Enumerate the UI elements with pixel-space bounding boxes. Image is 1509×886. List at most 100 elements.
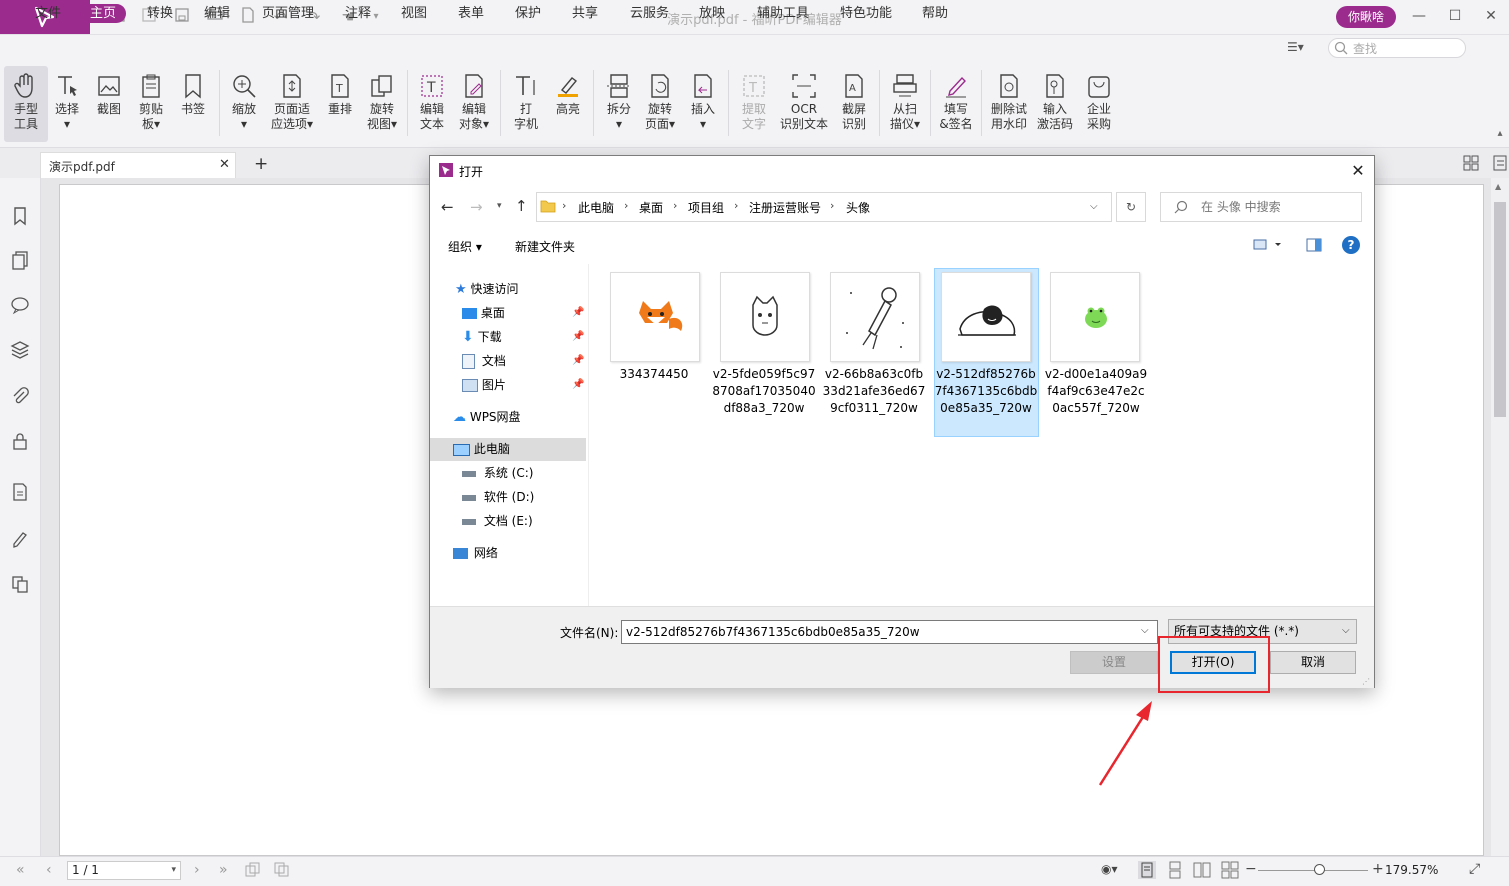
security-panel-icon[interactable]: [10, 431, 30, 451]
nav-network[interactable]: 网络: [453, 542, 498, 564]
menu-help[interactable]: 帮助: [912, 4, 958, 23]
comments-panel-icon[interactable]: [10, 295, 30, 315]
scroll-up-icon[interactable]: ▲: [1495, 182, 1501, 191]
resize-grip-icon[interactable]: ⋰: [1362, 677, 1370, 686]
user-button[interactable]: 你瞅啥: [1336, 6, 1396, 28]
nav-wps-cloud[interactable]: ☁ WPS网盘: [453, 406, 521, 428]
attachments-panel-icon[interactable]: [10, 386, 30, 406]
tool-page-fit[interactable]: 页面适 应选项▾: [266, 66, 318, 142]
nav-this-pc[interactable]: 此电脑: [453, 438, 510, 460]
nav-pictures[interactable]: 图片 📌: [462, 374, 586, 396]
breadcrumb-avatar[interactable]: 头像: [846, 199, 870, 216]
layers-panel-icon[interactable]: [10, 340, 30, 360]
tool-zoom[interactable]: 缩放 ▾: [222, 66, 266, 142]
breadcrumb-separator[interactable]: ›: [562, 199, 566, 212]
page-dropdown-icon[interactable]: ▾: [171, 862, 176, 879]
next-page-icon[interactable]: ›: [194, 862, 200, 878]
ribbon-collapse-icon[interactable]: ▴: [1493, 128, 1507, 142]
menu-share[interactable]: 共享: [562, 4, 608, 23]
menu-comment[interactable]: 注释: [335, 4, 381, 23]
next-view-icon[interactable]: [274, 862, 290, 878]
breadcrumb-separator[interactable]: ›: [734, 199, 738, 212]
tool-fill-sign[interactable]: 填写 &签名: [934, 66, 978, 142]
menu-cloud[interactable]: 云服务: [620, 4, 679, 23]
address-dropdown-icon[interactable]: ⌵: [1090, 201, 1098, 212]
file-item[interactable]: v2-d00e1a409a9f4af9c63e47e2c0ac557f_720w: [1044, 270, 1148, 440]
dialog-search-input[interactable]: 在 头像 中搜索: [1160, 192, 1362, 222]
tool-rotate-page[interactable]: 旋转 页面▾: [638, 66, 682, 142]
preview-pane-icon[interactable]: [1306, 237, 1322, 253]
filetype-dropdown-icon[interactable]: ⌵: [1342, 625, 1350, 636]
menu-features[interactable]: 特色功能: [830, 4, 902, 23]
breadcrumb-project-group[interactable]: 项目组: [688, 199, 724, 216]
breadcrumb-this-pc[interactable]: 此电脑: [578, 199, 614, 216]
fullscreen-icon[interactable]: ⤢: [1469, 861, 1480, 877]
tool-rotate-view[interactable]: 旋转 视图▾: [360, 66, 404, 142]
menu-slideshow[interactable]: 放映: [689, 4, 735, 23]
menu-view[interactable]: 视图: [391, 4, 437, 23]
address-bar[interactable]: [536, 192, 1112, 222]
file-item[interactable]: 334374450: [602, 270, 706, 400]
last-page-icon[interactable]: »: [219, 862, 228, 878]
zoom-in-icon[interactable]: +: [1372, 861, 1384, 877]
signature-panel-icon[interactable]: [10, 528, 30, 548]
tool-clipboard[interactable]: 剪贴 板▾: [129, 66, 173, 142]
zoom-level[interactable]: 179.57%: [1385, 863, 1438, 877]
pin-icon[interactable]: 📌: [572, 374, 584, 396]
tool-screen-ocr[interactable]: A 截屏 识别: [832, 66, 876, 142]
refresh-icon[interactable]: ↻: [1116, 192, 1146, 222]
menu-accessibility[interactable]: 辅助工具: [747, 4, 819, 23]
tool-enterprise-purchase[interactable]: 企业 采购: [1077, 66, 1121, 142]
nav-drive-d[interactable]: 软件 (D:): [462, 486, 534, 508]
nav-drive-c[interactable]: 系统 (C:): [462, 462, 533, 484]
tool-typewriter[interactable]: 打字机: [504, 66, 548, 142]
back-icon[interactable]: ←: [441, 198, 454, 216]
search-input[interactable]: 查找: [1328, 38, 1466, 58]
tool-edit-text[interactable]: T 编辑 文本: [410, 66, 454, 142]
tool-reflow[interactable]: T 重排: [318, 66, 362, 142]
pin-icon[interactable]: 📌: [572, 350, 584, 372]
new-folder-button[interactable]: 新建文件夹: [515, 238, 575, 255]
close-tab-icon[interactable]: ✕: [219, 157, 230, 172]
tool-edit-object[interactable]: 编辑 对象▾: [452, 66, 496, 142]
nav-drive-e[interactable]: 文档 (E:): [462, 510, 533, 532]
breadcrumb-separator[interactable]: ›: [830, 199, 834, 212]
dialog-close-icon[interactable]: ✕: [1346, 160, 1370, 182]
menu-protect[interactable]: 保护: [505, 4, 551, 23]
menu-file[interactable]: 文件: [25, 4, 71, 23]
tool-from-scanner[interactable]: 从扫 描仪▾: [883, 66, 927, 142]
tool-activation-code[interactable]: 输入 激活码: [1033, 66, 1077, 142]
previous-page-icon[interactable]: ‹: [46, 862, 52, 878]
file-item[interactable]: v2-5fde059f5c978708af17035040df88a3_720w: [712, 270, 816, 440]
continuous-page-icon[interactable]: [1166, 861, 1184, 879]
menu-edit[interactable]: 编辑: [194, 4, 240, 23]
new-tab-button[interactable]: +: [254, 154, 268, 174]
menu-page-management[interactable]: 页面管理: [252, 4, 324, 23]
file-item-selected[interactable]: v2-512df85276b7f4367135c6bdb0e85a35_720w: [934, 270, 1038, 440]
document-tab[interactable]: 演示pdf.pdf ✕: [40, 152, 236, 178]
pin-icon[interactable]: 📌: [572, 326, 584, 348]
nav-documents[interactable]: 文档 📌: [462, 350, 586, 372]
zoom-out-icon[interactable]: −: [1245, 861, 1257, 877]
cancel-button[interactable]: 取消: [1270, 651, 1356, 674]
single-page-icon[interactable]: [1138, 861, 1156, 879]
document-properties-icon[interactable]: [10, 482, 30, 502]
filename-dropdown-icon[interactable]: ⌵: [1141, 625, 1149, 636]
tool-extract-text[interactable]: T 提取 文字: [732, 66, 776, 142]
tool-select[interactable]: 选择 ▾: [45, 66, 89, 142]
pages-panel-icon[interactable]: [10, 250, 30, 270]
tool-screenshot[interactable]: 截图: [87, 66, 131, 142]
tool-ocr[interactable]: OCR 识别文本: [776, 66, 832, 142]
vertical-scrollbar[interactable]: ▲: [1491, 178, 1509, 856]
previous-view-icon[interactable]: [245, 862, 261, 878]
change-view-icon[interactable]: [1253, 237, 1283, 253]
breadcrumb-desktop[interactable]: 桌面: [639, 199, 663, 216]
minimize-icon[interactable]: —: [1407, 6, 1431, 26]
zoom-slider[interactable]: [1258, 870, 1368, 871]
menu-form[interactable]: 表单: [448, 4, 494, 23]
pin-icon[interactable]: 📌: [572, 302, 584, 324]
up-folder-icon[interactable]: ↑: [515, 197, 528, 215]
close-window-icon[interactable]: ✕: [1479, 6, 1503, 26]
page-number-input[interactable]: 1 / 1 ▾: [67, 861, 181, 880]
nav-desktop[interactable]: 桌面 📌: [462, 302, 586, 324]
